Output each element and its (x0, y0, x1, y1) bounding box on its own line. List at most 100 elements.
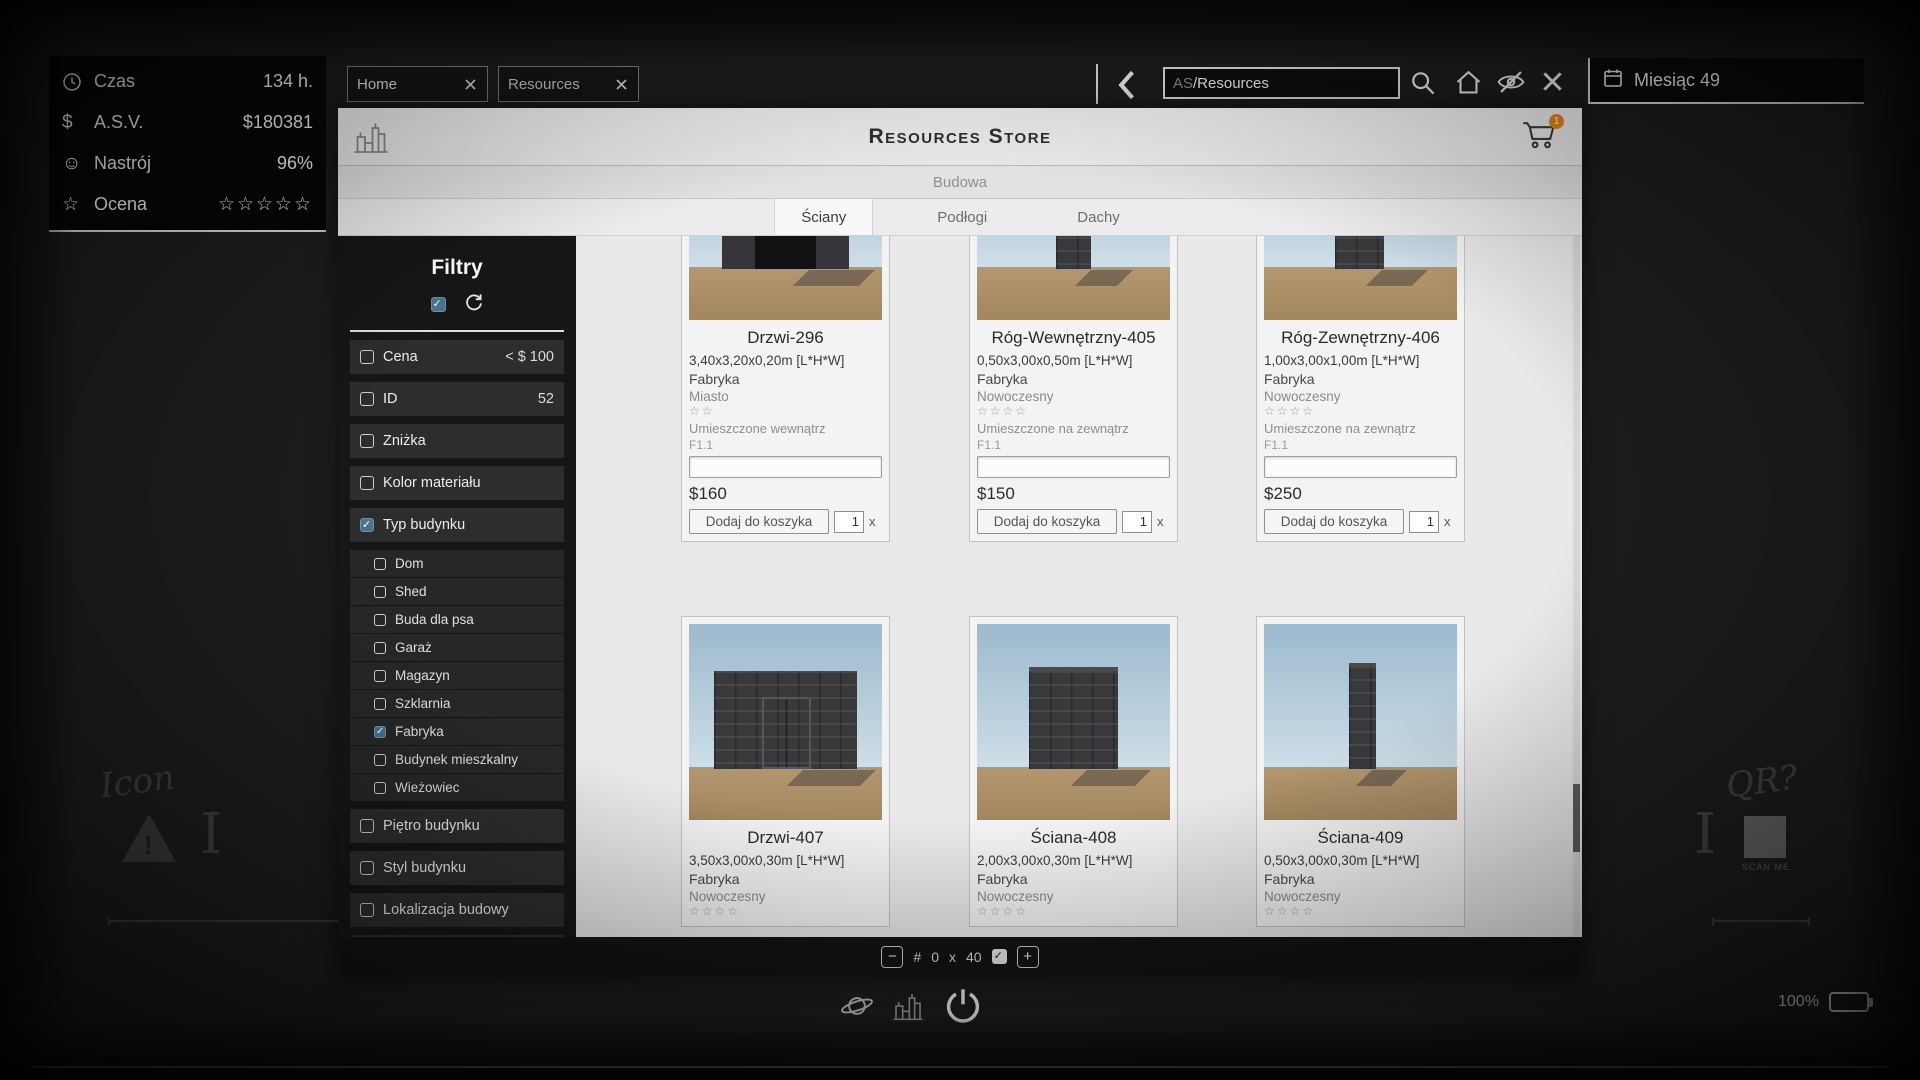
checkbox-icon[interactable] (374, 557, 386, 570)
product-card: Drzwi-296 3,40x3,20x0,20m [L*H*W] Fabryk… (681, 236, 890, 542)
filter-label: Szklarnia (395, 696, 451, 711)
tab-podlogi[interactable]: Podłogi (911, 199, 1013, 235)
month-panel: Miesiąc 49 (1588, 58, 1864, 104)
browser-tab-resources[interactable]: Resources (498, 66, 639, 102)
back-button[interactable] (1106, 66, 1146, 104)
page-plus-button[interactable]: + (1016, 945, 1039, 968)
smiley-icon: ☺ (62, 152, 82, 174)
quantity-input[interactable] (1122, 510, 1152, 533)
filter-row-pietro-budynku[interactable]: Piętro budynku (350, 809, 564, 843)
checkbox-icon[interactable] (360, 434, 374, 448)
filter-type-garaz[interactable]: Garaż (350, 634, 564, 661)
variant-input[interactable] (1264, 456, 1457, 478)
tablet-dock (840, 982, 1080, 1034)
filter-label: Fabryka (395, 724, 444, 739)
filter-row-styl-budynku[interactable]: Styl budynku (350, 851, 564, 885)
background-sketch-left: Icon ! I (98, 758, 400, 926)
filter-row-id[interactable]: ID 52 (350, 382, 564, 416)
browser-tab-home[interactable]: Home (347, 66, 488, 102)
tablet-frame-edge (30, 1066, 1890, 1068)
checkbox-icon[interactable] (374, 641, 386, 654)
checkbox-icon[interactable] (360, 903, 374, 917)
product-name: Ściana-409 (1317, 828, 1404, 847)
stat-value: 96% (276, 153, 313, 173)
rating-stars: ☆☆☆☆☆ (217, 194, 313, 215)
product-placement: Umieszczone na zewnątrz (977, 421, 1129, 436)
stat-label: Czas (94, 71, 136, 91)
add-to-cart-button[interactable]: Dodaj do koszyka (1264, 509, 1404, 534)
variant-input[interactable] (977, 456, 1170, 478)
filters-enabled-checkbox[interactable] (430, 297, 446, 312)
qr-code (1744, 816, 1786, 858)
checkbox-icon[interactable] (374, 725, 386, 738)
product-image (977, 624, 1170, 820)
product-dimensions: 0,50x3,00x0,30m [L*H*W] (1264, 853, 1420, 868)
filter-type-szklarnia[interactable]: Szklarnia (350, 690, 564, 717)
product-card: Ściana-408 2,00x3,00x0,30m [L*H*W] Fabry… (969, 616, 1178, 927)
tab-close-icon[interactable] (614, 77, 629, 92)
pagination-bar: − # 0 x 40 + (338, 937, 1582, 976)
scrollbar-thumb[interactable] (1573, 784, 1580, 852)
filter-label: Buda dla psa (395, 612, 474, 627)
planet-app-icon[interactable] (840, 992, 874, 1025)
checkbox-icon[interactable] (360, 518, 374, 532)
add-to-cart-button[interactable]: Dodaj do koszyka (689, 509, 829, 534)
filter-type-wiezowiec[interactable]: Wieżowiec (350, 774, 564, 801)
checkbox-icon[interactable] (360, 350, 374, 364)
filter-type-shed[interactable]: Shed (350, 578, 564, 605)
variant-input[interactable] (689, 456, 882, 478)
filter-type-dom[interactable]: Dom (350, 550, 564, 577)
page-minus-button[interactable]: − (881, 945, 904, 968)
product-maker: Fabryka (689, 371, 740, 387)
checkbox-icon[interactable] (374, 753, 386, 766)
cart-button[interactable]: 1 (1522, 114, 1564, 155)
quantity-input[interactable] (1409, 510, 1439, 533)
checkbox-icon[interactable] (374, 669, 386, 682)
pagination-checkbox[interactable] (991, 949, 1007, 964)
filter-row-typ-budynku[interactable]: Typ budynku (350, 508, 564, 542)
product-card: Róg-Wewnętrzny-405 0,50x3,00x0,50m [L*H*… (969, 236, 1178, 542)
close-browser-icon[interactable] (1540, 69, 1565, 94)
add-to-cart-button[interactable]: Dodaj do koszyka (977, 509, 1117, 534)
quantity-input[interactable] (834, 510, 864, 533)
page-current: 0 (931, 948, 939, 965)
filter-row-kolor-materialu[interactable]: Kolor materiału (350, 466, 564, 500)
filter-type-budynek-mieszkalny[interactable]: Budynek mieszkalny (350, 746, 564, 773)
tab-sciany[interactable]: Ściany (774, 199, 874, 235)
search-icon[interactable] (1409, 69, 1436, 96)
address-bar[interactable]: AS/Resources (1163, 67, 1400, 99)
category-label: Budowa (932, 173, 988, 191)
tab-dachy[interactable]: Dachy (1051, 199, 1146, 235)
clock-icon (62, 72, 90, 92)
checkbox-icon[interactable] (360, 861, 374, 875)
filter-row-lokalizacja-budowy[interactable]: Lokalizacja budowy (350, 893, 564, 927)
tab-close-icon[interactable] (463, 77, 478, 92)
letter-sketch: I (200, 802, 223, 867)
eye-off-icon[interactable] (1496, 69, 1526, 95)
page-size: 40 (966, 948, 982, 965)
month-label: Miesiąc 49 (1634, 69, 1721, 90)
checkbox-icon[interactable] (360, 819, 374, 833)
city-app-icon[interactable] (892, 991, 924, 1026)
refresh-icon[interactable] (464, 292, 484, 317)
cart-badge: 1 (1549, 114, 1564, 129)
checkbox-icon[interactable] (374, 585, 386, 598)
player-stats-panel: Czas 134 h. $ A.S.V. $180381 ☺ Nastrój 9… (49, 56, 326, 232)
checkbox-icon[interactable] (374, 613, 386, 626)
dollar-icon: $ (62, 111, 73, 133)
filter-type-magazyn[interactable]: Magazyn (350, 662, 564, 689)
home-icon[interactable] (1455, 69, 1482, 95)
power-icon[interactable] (942, 985, 984, 1032)
checkbox-icon[interactable] (374, 697, 386, 710)
filter-row-cena[interactable]: Cena < $ 100 (350, 340, 564, 374)
checkbox-icon[interactable] (360, 392, 374, 406)
stat-label: A.S.V. (94, 112, 144, 132)
filter-row-znizka[interactable]: Zniżka (350, 424, 564, 458)
checkbox-icon[interactable] (360, 476, 374, 490)
product-card: Drzwi-407 3,50x3,00x0,30m [L*H*W] Fabryk… (681, 616, 890, 927)
checkbox-icon[interactable] (374, 781, 386, 794)
category-bar[interactable]: Budowa (338, 166, 1582, 199)
filter-type-fabryka[interactable]: Fabryka (350, 718, 564, 745)
filter-type-buda-dla-psa[interactable]: Buda dla psa (350, 606, 564, 633)
product-price: $150 (977, 484, 1015, 503)
